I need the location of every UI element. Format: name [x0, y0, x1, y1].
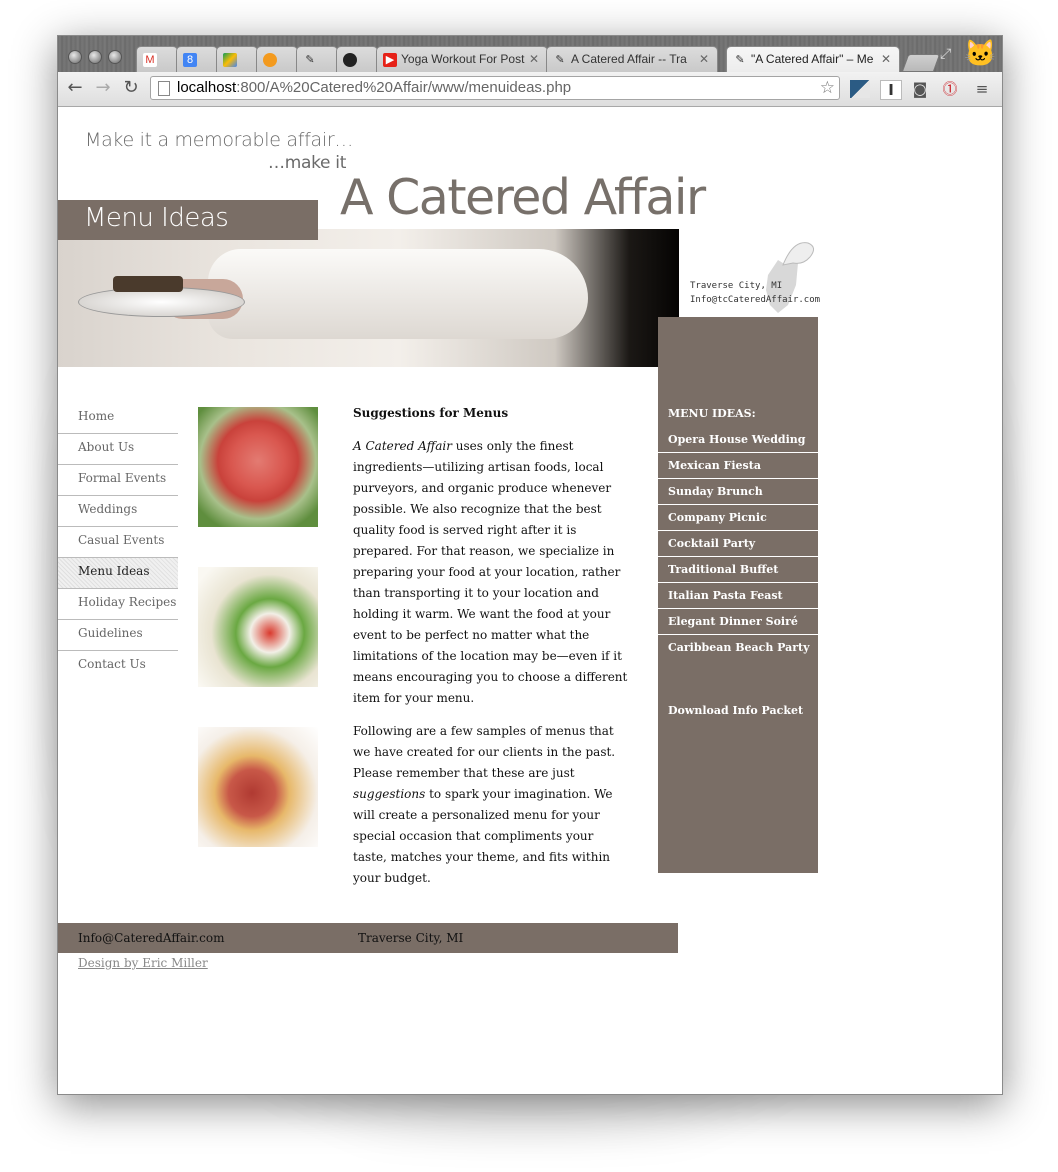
- cat-icon: 🐱: [964, 39, 997, 69]
- menu-idea-link[interactable]: Elegant Dinner Soiré: [658, 610, 818, 635]
- content-heading: Suggestions for Menus: [353, 406, 509, 420]
- menu-idea-link[interactable]: Traditional Buffet: [658, 558, 818, 583]
- footer-bar: Info@CateredAffair.com Traverse City, MI: [58, 923, 678, 953]
- tab-catered-affair-tra[interactable]: ✎ A Catered Affair -- Tra ✕: [546, 46, 718, 72]
- footer-email[interactable]: Info@CateredAffair.com: [78, 923, 224, 953]
- tab-github[interactable]: [336, 46, 378, 72]
- page-title: Menu Ideas: [84, 203, 229, 233]
- browser-window: M 8 ✎ ▶ Yoga Workout For Post ✕ ✎ A Catered…: [57, 35, 1003, 1095]
- close-window-button[interactable]: [68, 50, 82, 64]
- footer-location: Traverse City, MI: [358, 931, 464, 945]
- forward-icon[interactable]: →: [92, 77, 114, 99]
- nav-contact-us[interactable]: Contact Us: [58, 651, 178, 682]
- sleeve-shape: [208, 249, 588, 339]
- tab-catered-affair-menu[interactable]: ✎ "A Catered Affair" – Me ✕: [726, 46, 900, 73]
- tab-label: "A Catered Affair" – Me: [751, 52, 874, 66]
- tab-label: Yoga Workout For Post: [401, 52, 525, 66]
- github-icon: [343, 52, 357, 67]
- food-shape: [113, 276, 183, 292]
- close-icon[interactable]: ✕: [881, 47, 891, 71]
- url-path: :800/A%20Catered%20Affair/www/menuideas.…: [236, 79, 572, 96]
- intro-text: uses only the finest ingredients—utilizi…: [353, 439, 628, 705]
- tab-calendar[interactable]: 8: [176, 46, 218, 72]
- menu-idea-link[interactable]: Mexican Fiesta: [658, 454, 818, 479]
- nav-weddings[interactable]: Weddings: [58, 496, 178, 527]
- nav-home[interactable]: Home: [58, 403, 178, 434]
- url-host: localhost: [177, 79, 237, 96]
- nav-guidelines[interactable]: Guidelines: [58, 620, 178, 651]
- menu-ideas-sidebar: MENU IDEAS: Opera House Wedding Mexican …: [658, 317, 818, 873]
- suggestions-emphasis: suggestions: [353, 787, 426, 801]
- nav-holiday-recipes[interactable]: Holiday Recipes: [58, 589, 178, 620]
- drive-icon: [223, 52, 237, 67]
- page-icon: [158, 81, 170, 96]
- gmail-icon: M: [143, 52, 157, 67]
- tagline-secondary: …make it: [268, 153, 347, 173]
- address-bar[interactable]: localhost:800/A%20Catered%20Affair/www/m…: [150, 76, 840, 100]
- email-top[interactable]: Info@tcCateredAffair.com: [690, 293, 820, 307]
- close-icon[interactable]: ✕: [529, 47, 539, 71]
- contact-top: Traverse City, MI Info@tcCateredAffair.c…: [690, 279, 820, 307]
- pocket-icon[interactable]: ◙: [910, 80, 930, 98]
- tab-label: A Catered Affair -- Tra: [571, 52, 687, 66]
- brand-name: A Catered Affair: [353, 439, 452, 453]
- minimize-window-button[interactable]: [88, 50, 102, 64]
- reload-icon[interactable]: ↻: [120, 77, 142, 99]
- recipe-icon: ✎: [555, 53, 565, 66]
- menu-idea-link[interactable]: Sunday Brunch: [658, 480, 818, 505]
- bacon-wrapped-dish-image: [198, 727, 318, 847]
- close-icon[interactable]: ✕: [699, 47, 709, 71]
- samples-text-start: Following are a few samples of menus tha…: [353, 724, 616, 780]
- intro-paragraph: A Catered Affair uses only the finest in…: [353, 436, 628, 709]
- watermelon-carving-image: [198, 407, 318, 527]
- nav-formal-events[interactable]: Formal Events: [58, 465, 178, 496]
- back-icon[interactable]: ←: [64, 77, 86, 99]
- menu-idea-link[interactable]: Caribbean Beach Party: [658, 636, 818, 661]
- bookmark-star-icon[interactable]: ☆: [820, 77, 835, 99]
- tagline-primary: Make it a memorable affair…: [85, 129, 354, 151]
- tab-orange[interactable]: [256, 46, 298, 72]
- menu-ideas-title: MENU IDEAS:: [668, 407, 756, 420]
- menu-idea-link[interactable]: Italian Pasta Feast: [658, 584, 818, 609]
- tab-gmail[interactable]: M: [136, 46, 178, 72]
- recipe-icon: ✎: [305, 53, 315, 66]
- pinterest-icon[interactable]: ⓵: [940, 80, 960, 98]
- youtube-icon: ▶: [383, 52, 397, 67]
- orange-circle-icon: [263, 52, 277, 67]
- samples-text-end: to spark your imagination. We will creat…: [353, 787, 613, 885]
- tab-drive[interactable]: [216, 46, 258, 72]
- zoom-window-button[interactable]: [108, 50, 122, 64]
- calendar-icon: 8: [183, 52, 197, 67]
- nav-menu-ideas[interactable]: Menu Ideas: [58, 558, 178, 589]
- recipe-icon: ✎: [735, 53, 745, 66]
- instapaper-icon[interactable]: I: [880, 80, 902, 100]
- design-credit-link[interactable]: Design by Eric Miller: [78, 956, 208, 970]
- hero-image: [58, 229, 679, 367]
- main-content: Suggestions for Menus A Catered Affair u…: [353, 403, 628, 901]
- tab-strip: M 8 ✎ ▶ Yoga Workout For Post ✕ ✎ A Catered…: [58, 36, 1002, 73]
- fullscreen-icon[interactable]: ⤢: [940, 46, 951, 62]
- new-tab-button[interactable]: [901, 54, 941, 72]
- page-title-bar: Menu Ideas: [58, 200, 318, 240]
- menu-idea-link[interactable]: Company Picnic: [658, 506, 818, 531]
- caprese-salad-image: [198, 567, 318, 687]
- browser-toolbar: ← → ↻ localhost:800/A%20Catered%20Affair…: [58, 72, 1002, 107]
- page-content: Make it a memorable affair… …make it A C…: [58, 107, 1002, 1094]
- delicious-icon[interactable]: [850, 80, 870, 98]
- menu-idea-link[interactable]: Cocktail Party: [658, 532, 818, 557]
- location-top: Traverse City, MI: [690, 281, 783, 291]
- download-info-packet-link[interactable]: Download Info Packet: [668, 704, 803, 717]
- nav-casual-events[interactable]: Casual Events: [58, 527, 178, 558]
- nav-about-us[interactable]: About Us: [58, 434, 178, 465]
- menu-idea-link[interactable]: Opera House Wedding: [658, 428, 818, 453]
- tab-youtube[interactable]: ▶ Yoga Workout For Post ✕: [376, 46, 548, 72]
- menu-icon[interactable]: ≡: [972, 80, 992, 98]
- site-title: A Catered Affair: [340, 169, 706, 226]
- tab-recipe-1[interactable]: ✎: [296, 46, 338, 72]
- samples-paragraph: Following are a few samples of menus tha…: [353, 721, 628, 889]
